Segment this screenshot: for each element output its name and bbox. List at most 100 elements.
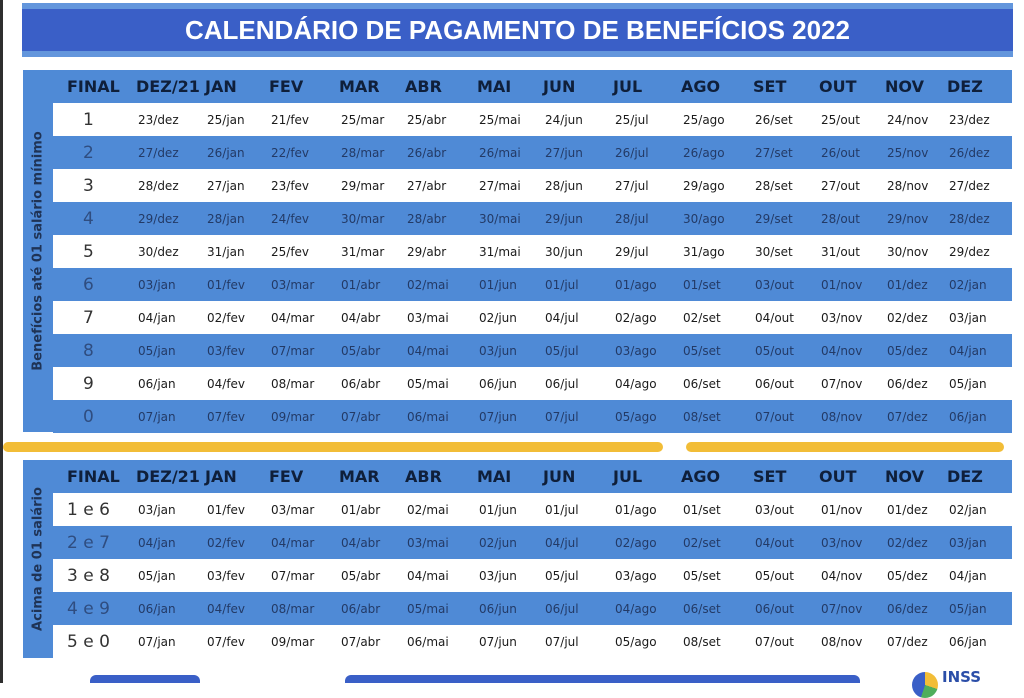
table-minimum-wage: Benefícios até 01 salário mínimo FINAL DE… [23,70,1012,433]
column-header-month: MAI [477,77,512,96]
final-digit-cell: 6 [83,274,94,295]
payment-date-cell: 05/dez [887,343,928,358]
table-row: 5 30/dez 31/jan 25/fev 31/mar 29/abr 31/mai 30/… [53,235,1012,268]
payment-date-cell: 25/mai [479,112,521,127]
payment-date-cell: 03/nov [821,310,863,325]
table-above-minimum-wage: Acima de 01 salário FINAL DEZ/21 JAN FEV MAR… [23,460,1012,658]
payment-date-cell: 05/jan [138,568,176,583]
column-header-month: DEZ [947,77,983,96]
payment-date-cell: 07/dez [887,409,928,424]
payment-date-cell: 26/mai [479,145,521,160]
final-digit-cell: 1 e 6 [67,499,110,520]
table-row: 1 e 6 03/jan 01/fev 03/mar 01/abr 02/mai 01/ju… [53,493,1012,526]
payment-date-cell: 24/fev [271,211,310,226]
final-digit-cell: 0 [83,406,94,427]
payment-date-cell: 26/out [821,145,860,160]
page-title: CALENDÁRIO DE PAGAMENTO DE BENEFÍCIOS 20… [22,9,1013,51]
payment-date-cell: 03/out [755,277,794,292]
payment-date-cell: 30/mar [341,211,385,226]
payment-date-cell: 01/set [683,502,721,517]
payment-date-cell: 30/ago [683,211,725,226]
payment-date-cell: 29/mar [341,178,385,193]
payment-date-cell: 29/dez [138,211,179,226]
payment-date-cell: 03/jan [138,277,176,292]
table-row: 3 28/dez 27/jan 23/fev 29/mar 27/abr 27/mai 28/… [53,169,1012,202]
payment-date-cell: 06/jun [479,601,517,616]
payment-date-cell: 03/jan [949,535,987,550]
payment-date-cell: 04/fev [207,376,246,391]
payment-date-cell: 01/abr [341,277,381,292]
payment-date-cell: 03/nov [821,535,863,550]
payment-date-cell: 26/ago [683,145,725,160]
table-header-row: FINAL DEZ/21 JAN FEV MAR ABR MAI JUN JUL AGO SET OU… [53,70,1012,103]
payment-date-cell: 08/nov [821,634,863,649]
payment-date-cell: 03/jan [138,502,176,517]
payment-date-cell: 02/jun [479,535,517,550]
payment-date-cell: 28/out [821,211,860,226]
payment-date-cell: 30/dez [138,244,179,259]
payment-date-cell: 27/set [755,145,793,160]
payment-date-cell: 23/dez [138,112,179,127]
final-digit-cell: 7 [83,307,94,328]
payment-date-cell: 06/jun [479,376,517,391]
payment-date-cell: 06/dez [887,376,928,391]
title-banner: CALENDÁRIO DE PAGAMENTO DE BENEFÍCIOS 20… [22,3,1013,57]
column-header-month: MAI [477,467,512,486]
column-header-month: DEZ [947,467,983,486]
column-header-month: FEV [269,467,304,486]
payment-date-cell: 06/abr [341,376,381,391]
payment-date-cell: 01/jun [479,502,517,517]
payment-date-cell: 26/jul [615,145,649,160]
footer-button-center[interactable] [345,675,860,683]
column-header-month: JUL [613,77,643,96]
payment-date-cell: 05/abr [341,343,381,358]
payment-date-cell: 07/abr [341,409,381,424]
payment-date-cell: 01/fev [207,502,246,517]
column-header-month: NOV [885,467,924,486]
payment-date-cell: 08/set [683,634,721,649]
payment-date-cell: 26/dez [949,145,990,160]
column-header-month: FEV [269,77,304,96]
payment-date-cell: 06/jan [138,601,176,616]
side-label-minimum-wage: Benefícios até 01 salário mínimo [23,70,53,432]
payment-date-cell: 07/out [755,634,794,649]
column-header-month: DEZ/21 [136,77,200,96]
payment-date-cell: 01/nov [821,277,863,292]
payment-date-cell: 05/out [755,343,794,358]
payment-date-cell: 05/jul [545,568,579,583]
payment-date-cell: 04/nov [821,343,863,358]
final-digit-cell: 1 [83,109,94,130]
footer-button-left[interactable] [90,675,200,683]
payment-date-cell: 03/jun [479,343,517,358]
column-header-month: MAR [339,77,380,96]
payment-date-cell: 02/ago [615,310,657,325]
payment-date-cell: 07/out [755,409,794,424]
final-digit-cell: 5 e 0 [67,631,110,652]
payment-date-cell: 02/dez [887,535,928,550]
payment-date-cell: 05/set [683,568,721,583]
payment-date-cell: 25/abr [407,112,447,127]
payment-date-cell: 07/fev [207,634,246,649]
payment-date-cell: 04/jul [545,310,579,325]
payment-date-cell: 03/ago [615,568,657,583]
payment-date-cell: 02/mai [407,502,449,517]
payment-date-cell: 30/mai [479,211,521,226]
payment-date-cell: 30/jun [545,244,583,259]
payment-date-cell: 01/set [683,277,721,292]
payment-date-cell: 25/nov [887,145,929,160]
payment-date-cell: 07/nov [821,601,863,616]
payment-date-cell: 09/mar [271,409,315,424]
table-row: 2 e 7 04/jan 02/fev 04/mar 04/abr 03/mai 02/ju… [53,526,1012,559]
final-digit-cell: 4 e 9 [67,598,110,619]
side-label-text: Acima de 01 salário [30,487,46,631]
payment-date-cell: 31/mar [341,244,385,259]
table-header-row: FINAL DEZ/21 JAN FEV MAR ABR MAI JUN JUL AGO SET OU… [53,460,1012,493]
payment-date-cell: 29/jun [545,211,583,226]
payment-date-cell: 05/jan [949,601,987,616]
payment-date-cell: 02/dez [887,310,928,325]
final-digit-cell: 3 [83,175,94,196]
payment-date-cell: 04/abr [341,310,381,325]
payment-date-cell: 06/dez [887,601,928,616]
payment-date-cell: 07/jan [138,409,176,424]
table-grid: FINAL DEZ/21 JAN FEV MAR ABR MAI JUN JUL AGO SET OU… [53,70,1012,433]
